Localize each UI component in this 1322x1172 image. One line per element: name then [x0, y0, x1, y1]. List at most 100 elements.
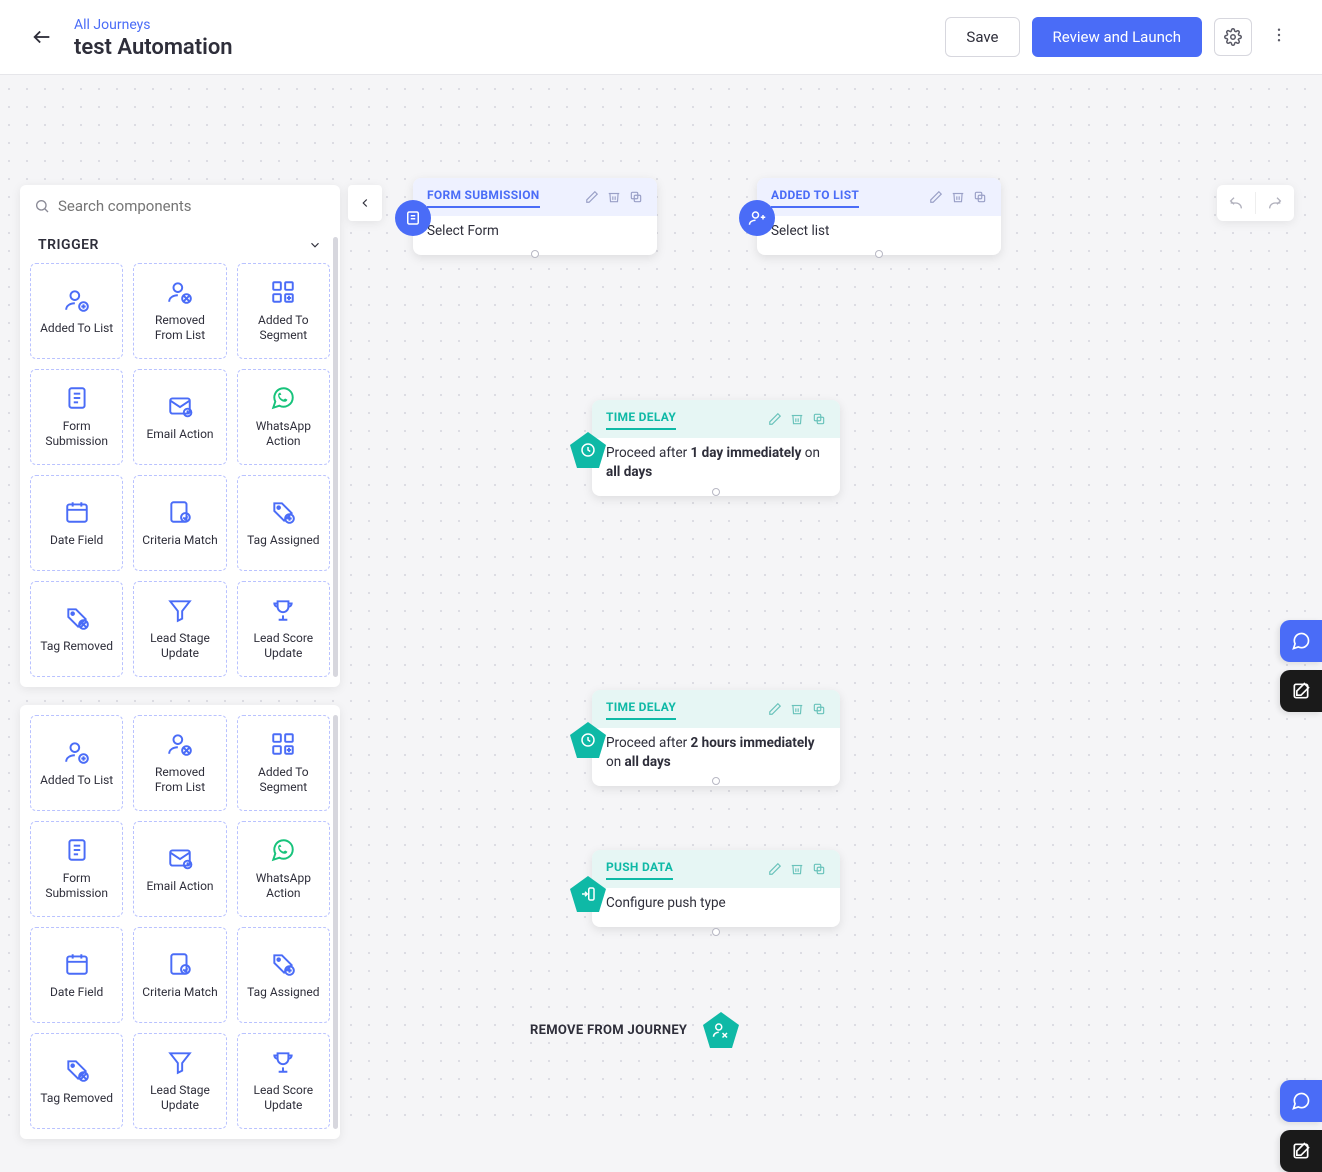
- trigger-tile-funnel[interactable]: Lead Stage Update: [133, 1033, 226, 1129]
- connector-dot[interactable]: [712, 488, 720, 496]
- trigger-tile-segment[interactable]: Added To Segment: [237, 263, 330, 359]
- trigger-tile-email[interactable]: Email Action: [133, 369, 226, 465]
- edit-icon[interactable]: [768, 411, 782, 430]
- copy-icon[interactable]: [812, 861, 826, 880]
- trigger-tile-tag-plus[interactable]: Tag Assigned: [237, 475, 330, 571]
- form-icon: [64, 837, 90, 863]
- whatsapp-icon: [270, 837, 296, 863]
- note-icon: [1291, 681, 1311, 701]
- trigger-tile-criteria[interactable]: Criteria Match: [133, 927, 226, 1023]
- trigger-tile-form[interactable]: Form Submission: [30, 821, 123, 917]
- edit-icon[interactable]: [768, 701, 782, 720]
- trigger-tiles: Added To List Removed From List Added To S…: [30, 263, 330, 677]
- user-minus-icon: [167, 731, 193, 757]
- node-actions: [929, 189, 987, 208]
- header-right: Save Review and Launch: [945, 17, 1294, 57]
- end-node-remove-from-journey[interactable]: REMOVE FROM JOURNEY: [530, 1010, 741, 1050]
- node-time-delay-1[interactable]: TIME DELAY Proceed after 1 day immediate…: [592, 400, 840, 496]
- tile-label: Tag Assigned: [247, 985, 319, 1000]
- trigger-tile-form[interactable]: Form Submission: [30, 369, 123, 465]
- scrollbar[interactable]: [333, 237, 338, 677]
- delete-icon[interactable]: [790, 701, 804, 720]
- funnel-icon: [167, 597, 193, 623]
- trophy-icon: [270, 597, 296, 623]
- section-header-trigger[interactable]: TRIGGER: [30, 227, 330, 263]
- scrollbar[interactable]: [333, 715, 338, 1129]
- segment-icon: [270, 731, 296, 757]
- tile-label: Lead Score Update: [244, 631, 323, 661]
- notes-floating-button[interactable]: [1280, 670, 1322, 712]
- review-launch-button[interactable]: Review and Launch: [1032, 17, 1203, 57]
- trigger-tile-email[interactable]: Email Action: [133, 821, 226, 917]
- chat-icon: [1291, 631, 1311, 651]
- trigger-tile-user-plus[interactable]: Added To List: [30, 715, 123, 811]
- trigger-tile-user-minus[interactable]: Removed From List: [133, 715, 226, 811]
- trigger-tile-whatsapp[interactable]: WhatsApp Action: [237, 369, 330, 465]
- delete-icon[interactable]: [790, 411, 804, 430]
- more-menu-button[interactable]: [1264, 20, 1294, 54]
- copy-icon[interactable]: [812, 701, 826, 720]
- back-arrow-button[interactable]: [28, 23, 56, 51]
- trigger-tile-criteria[interactable]: Criteria Match: [133, 475, 226, 571]
- delete-icon[interactable]: [790, 861, 804, 880]
- user-minus-icon: [167, 279, 193, 305]
- tile-label: WhatsApp Action: [244, 419, 323, 449]
- trophy-icon: [270, 1049, 296, 1075]
- edit-icon[interactable]: [929, 189, 943, 208]
- criteria-icon: [167, 499, 193, 525]
- page-title: test Automation: [74, 35, 233, 60]
- tile-label: Form Submission: [37, 871, 116, 901]
- node-form-submission[interactable]: FORM SUBMISSION Select Form: [413, 178, 657, 255]
- trigger-tile-user-minus[interactable]: Removed From List: [133, 263, 226, 359]
- tile-label: Removed From List: [140, 765, 219, 795]
- chat-floating-button[interactable]: [1280, 620, 1322, 662]
- search-icon: [34, 198, 50, 214]
- node-added-to-list[interactable]: ADDED TO LIST Select list: [757, 178, 1001, 255]
- breadcrumb-link[interactable]: All Journeys: [74, 17, 151, 33]
- copy-icon[interactable]: [973, 189, 987, 208]
- settings-button[interactable]: [1214, 18, 1252, 56]
- tag-plus-icon: [270, 499, 296, 525]
- connector-dot[interactable]: [875, 250, 883, 258]
- collapse-panel-button[interactable]: [348, 185, 382, 221]
- trigger-tile-segment[interactable]: Added To Segment: [237, 715, 330, 811]
- save-button[interactable]: Save: [945, 17, 1019, 57]
- trigger-tile-tag-minus[interactable]: Tag Removed: [30, 1033, 123, 1129]
- edit-icon[interactable]: [585, 189, 599, 208]
- node-time-delay-2[interactable]: TIME DELAY Proceed after 2 hours immedia…: [592, 690, 840, 786]
- trigger-tile-trophy[interactable]: Lead Score Update: [237, 1033, 330, 1129]
- trigger-tile-trophy[interactable]: Lead Score Update: [237, 581, 330, 677]
- copy-icon[interactable]: [812, 411, 826, 430]
- copy-icon[interactable]: [629, 189, 643, 208]
- app-header: All Journeys test Automation Save Review…: [0, 0, 1322, 75]
- trigger-tile-tag-plus[interactable]: Tag Assigned: [237, 927, 330, 1023]
- search-input[interactable]: [58, 197, 326, 215]
- trigger-tile-user-plus[interactable]: Added To List: [30, 263, 123, 359]
- trigger-tile-calendar[interactable]: Date Field: [30, 475, 123, 571]
- section-title: TRIGGER: [38, 237, 99, 253]
- tag-minus-icon: [64, 1057, 90, 1083]
- more-vertical-icon: [1270, 26, 1288, 44]
- node-push-data[interactable]: PUSH DATA Configure push type: [592, 850, 840, 927]
- undo-button[interactable]: [1217, 185, 1255, 221]
- clock-icon: [568, 720, 608, 760]
- delete-icon[interactable]: [607, 189, 621, 208]
- calendar-icon: [64, 499, 90, 525]
- edit-icon[interactable]: [768, 861, 782, 880]
- trigger-tile-funnel[interactable]: Lead Stage Update: [133, 581, 226, 677]
- node-title: TIME DELAY: [606, 410, 676, 430]
- calendar-icon: [64, 951, 90, 977]
- gear-icon: [1224, 28, 1242, 46]
- remove-journey-icon: [701, 1010, 741, 1050]
- trigger-tile-tag-minus[interactable]: Tag Removed: [30, 581, 123, 677]
- tile-label: Date Field: [50, 985, 103, 1000]
- notes-floating-button[interactable]: [1280, 1130, 1322, 1172]
- tile-label: Removed From List: [140, 313, 219, 343]
- connector-dot[interactable]: [531, 250, 539, 258]
- trigger-tile-calendar[interactable]: Date Field: [30, 927, 123, 1023]
- trigger-tile-whatsapp[interactable]: WhatsApp Action: [237, 821, 330, 917]
- connector-dot[interactable]: [712, 928, 720, 936]
- delete-icon[interactable]: [951, 189, 965, 208]
- connector-dot[interactable]: [712, 777, 720, 785]
- redo-button[interactable]: [1256, 185, 1294, 221]
